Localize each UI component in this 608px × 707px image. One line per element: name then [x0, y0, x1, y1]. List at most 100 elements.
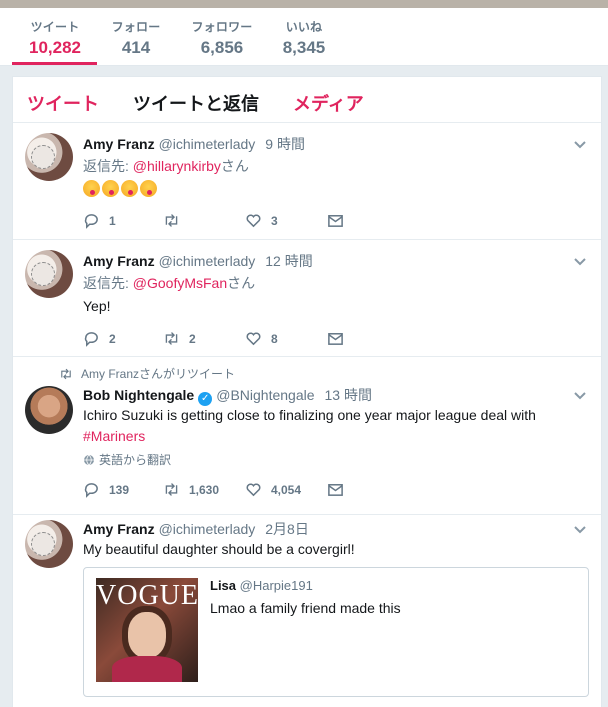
- direct-message-button[interactable]: [327, 212, 353, 229]
- tweet[interactable]: Amy Franz @ichimeterlady 12 時間 返信先: @Goofy…: [13, 240, 601, 357]
- author-name[interactable]: Amy Franz: [83, 521, 155, 537]
- envelope-icon: [328, 333, 343, 345]
- cover-face: [128, 612, 166, 658]
- stat-value: 10,282: [29, 38, 81, 57]
- tweet-time[interactable]: 2月8日: [265, 521, 309, 537]
- tweet-body: Ichiro Suzuki is getting close to finali…: [83, 407, 536, 423]
- quoted-image[interactable]: VOGUE: [96, 578, 198, 682]
- globe-icon: [84, 454, 94, 466]
- reply-suffix: さん: [227, 275, 256, 291]
- envelope-icon: [328, 215, 343, 227]
- reply-button[interactable]: 139: [83, 481, 129, 498]
- stat-value: 8,345: [282, 38, 326, 57]
- like-button[interactable]: 8: [245, 330, 278, 347]
- author-handle[interactable]: @ichimeterlady: [159, 521, 256, 537]
- stat-value: 6,856: [200, 38, 244, 57]
- magazine-title: VOGUE: [96, 580, 198, 611]
- tweet[interactable]: Amy Franz @ichimeterlady 2月8日 My beautiful…: [13, 515, 601, 707]
- retweeted-by[interactable]: Amy Franzさんがリツイート: [81, 365, 235, 382]
- stat-likes[interactable]: いいね 8,345: [276, 18, 332, 58]
- like-count: 3: [271, 213, 278, 228]
- chevron-down-icon[interactable]: [573, 254, 587, 268]
- author-name[interactable]: Amy Franz: [83, 136, 155, 152]
- like-button[interactable]: 4,054: [245, 481, 301, 498]
- author-handle[interactable]: @ichimeterlady: [159, 253, 256, 269]
- like-button[interactable]: 3: [245, 212, 278, 229]
- quoted-tweet[interactable]: VOGUE Lisa @Harpie191 Lmao a family frie…: [83, 567, 589, 697]
- stat-followers[interactable]: フォロワー 6,856: [188, 18, 256, 58]
- hashtag-link[interactable]: #Mariners: [83, 428, 145, 444]
- author-handle[interactable]: @BNightengale: [216, 387, 314, 403]
- avatar[interactable]: [25, 133, 73, 181]
- retweet-count: 1,630: [189, 482, 220, 497]
- quoted-author-handle[interactable]: @Harpie191: [240, 578, 313, 593]
- chevron-down-icon[interactable]: [573, 522, 587, 536]
- author-name[interactable]: Amy Franz: [83, 253, 155, 269]
- reply-prefix: 返信先:: [83, 275, 133, 291]
- stat-following[interactable]: フォロー 414: [108, 18, 164, 58]
- reply-icon: [84, 214, 98, 229]
- retweet-icon: [165, 214, 178, 227]
- stat-label: いいね: [285, 20, 323, 34]
- tweet[interactable]: Amy Franzさんがリツイート Bob Nightengale ✓ @BNigh…: [13, 357, 601, 515]
- direct-message-button[interactable]: [327, 330, 353, 347]
- reply-prefix: 返信先:: [83, 158, 133, 174]
- verified-badge-icon: ✓: [198, 392, 213, 406]
- tweet-time[interactable]: 13 時間: [325, 387, 372, 403]
- tweet-time[interactable]: 12 時間: [265, 253, 312, 269]
- reply-button[interactable]: 1: [83, 212, 116, 229]
- reply-mention[interactable]: @GoofyMsFan: [133, 275, 227, 291]
- timeline: ツイート ツイートと返信 メディア Amy Franz @ichimeterlad…: [12, 76, 602, 707]
- reply-mention[interactable]: @hillarynkirby: [133, 158, 221, 174]
- winking-tongue-emoji-icon: [102, 180, 119, 197]
- profile-stats-bar: ツイート 10,282 フォロー 414 フォロワー 6,856 いいね 8,3…: [0, 8, 608, 66]
- tab-tweets[interactable]: ツイート: [27, 90, 99, 116]
- tweet-time[interactable]: 9 時間: [265, 136, 305, 152]
- tab-tweets-and-replies[interactable]: ツイートと返信: [133, 90, 259, 116]
- timeline-tabs: ツイート ツイートと返信 メディア: [13, 77, 601, 123]
- tweet-text: My beautiful daughter should be a coverg…: [83, 541, 355, 557]
- chevron-down-icon[interactable]: [573, 137, 587, 151]
- heart-icon: [246, 483, 261, 497]
- retweet-count: 2: [189, 331, 196, 346]
- reply-count: 1: [109, 213, 116, 228]
- winking-tongue-emoji-icon: [83, 180, 100, 197]
- chevron-down-icon[interactable]: [573, 388, 587, 402]
- reply-icon: [84, 483, 98, 498]
- retweet-button[interactable]: 1,630: [163, 481, 219, 498]
- reply-count: 2: [109, 331, 116, 346]
- tweet-header: Amy Franz @ichimeterlady 9 時間: [83, 134, 305, 154]
- heart-icon: [246, 332, 261, 346]
- reply-icon: [84, 332, 98, 347]
- author-handle[interactable]: @ichimeterlady: [159, 136, 256, 152]
- winking-tongue-emoji-icon: [140, 180, 157, 197]
- retweet-button[interactable]: [163, 212, 189, 229]
- tweet-text: Yep!: [83, 298, 111, 314]
- tweet-text: [83, 179, 583, 200]
- reply-count: 139: [109, 482, 130, 497]
- retweet-context: Amy Franzさんがリツイート: [59, 365, 235, 382]
- heart-icon: [246, 214, 261, 228]
- tab-media[interactable]: メディア: [293, 90, 364, 116]
- direct-message-button[interactable]: [327, 481, 353, 498]
- translate-link[interactable]: 英語から翻訳: [83, 451, 171, 468]
- avatar[interactable]: [25, 520, 73, 568]
- retweet-button[interactable]: 2: [163, 330, 196, 347]
- avatar[interactable]: [25, 250, 73, 298]
- avatar[interactable]: [25, 386, 73, 434]
- tweet-header: Amy Franz @ichimeterlady 2月8日: [83, 519, 309, 539]
- author-name[interactable]: Bob Nightengale: [83, 387, 194, 403]
- retweet-icon: [165, 332, 178, 345]
- stat-tweets[interactable]: ツイート 10,282: [26, 18, 84, 58]
- reply-button[interactable]: 2: [83, 330, 116, 347]
- stat-label: フォロワー: [191, 20, 253, 34]
- tweet-header: Bob Nightengale ✓ @BNightengale 13 時間: [83, 385, 372, 406]
- stat-value: 414: [121, 38, 151, 57]
- stat-label: ツイート: [30, 20, 80, 34]
- tweet[interactable]: Amy Franz @ichimeterlady 9 時間 返信先: @hillar…: [13, 123, 601, 240]
- quoted-author-name[interactable]: Lisa: [210, 578, 236, 593]
- envelope-icon: [328, 484, 343, 496]
- quoted-header: Lisa @Harpie191: [210, 578, 313, 593]
- translate-label: 英語から翻訳: [99, 453, 172, 467]
- reply-context: 返信先: @GoofyMsFanさん: [83, 273, 583, 294]
